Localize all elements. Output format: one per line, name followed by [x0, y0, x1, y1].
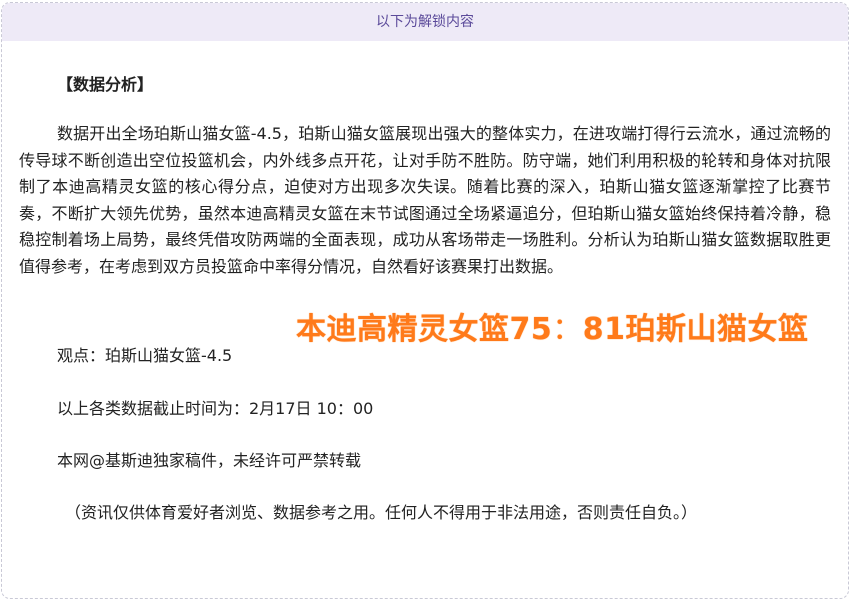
home-score: 75 [509, 312, 553, 347]
home-team-name: 本迪高精灵女篮 [296, 312, 510, 347]
unlocked-content-panel: 以下为解锁内容 【数据分析】 数据开出全场珀斯山猫女篮-4.5，珀斯山猫女篮展现… [1, 2, 849, 599]
cutoff-time-line: 以上各类数据截止时间为：2月17日 10：00 [57, 399, 374, 418]
section-heading: 【数据分析】 [57, 75, 154, 94]
analysis-paragraph: 数据开出全场珀斯山猫女篮-4.5，珀斯山猫女篮展现出强大的整体实力，在进攻端打得… [19, 124, 831, 276]
away-score: 81 [582, 312, 626, 347]
copyright-notice: 本网@基斯迪独家稿件，未经许可严禁转载 [57, 451, 362, 470]
score-overlay: 本迪高精灵女篮75：81珀斯山猫女篮 [296, 304, 809, 348]
disclaimer-notice: （资讯仅供体育爱好者浏览、数据参考之用。任何人不得用于非法用途，否则责任自负。） [65, 503, 698, 522]
unlock-banner: 以下为解锁内容 [2, 3, 848, 41]
score-separator: ： [552, 312, 583, 347]
viewpoint-line: 观点：珀斯山猫女篮-4.5 [57, 346, 233, 365]
away-team-name: 珀斯山猫女篮 [625, 312, 809, 347]
